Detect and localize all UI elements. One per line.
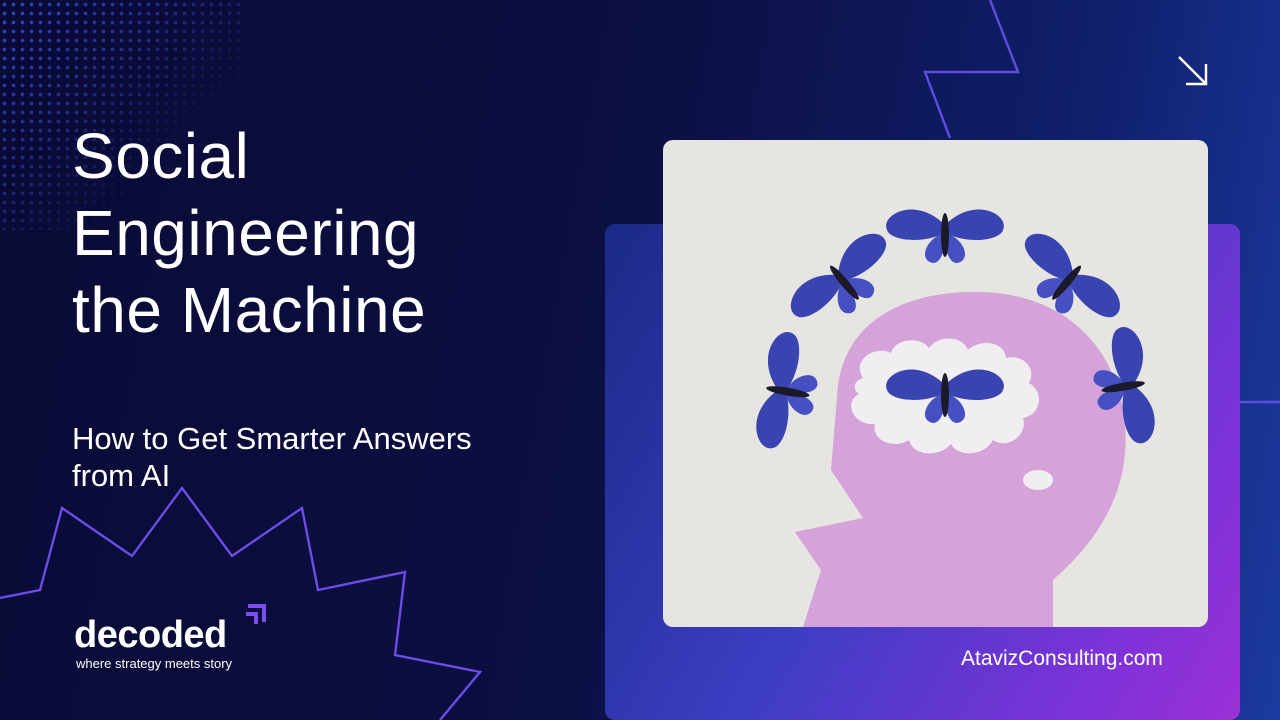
logo-wordmark: decoded [74,614,227,656]
double-chevron-icon [246,604,266,624]
logo-tagline: where strategy meets story [76,656,233,671]
butterfly-left [756,332,818,449]
title-line: Engineering [72,197,420,269]
subtitle-line: How to Get Smarter Answers [72,421,472,456]
slide-subtitle: How to Get Smarter Answers from AI [72,420,612,494]
butterflies-head-illustration [663,140,1208,627]
slide-title: Social Engineering the Machine [72,118,632,349]
subtitle-line: from AI [72,458,171,493]
butterfly-top [886,209,1004,263]
website-url[interactable]: AtavizConsulting.com [961,647,1163,671]
title-line: the Machine [72,274,427,346]
arrow-down-right-icon [1178,56,1208,86]
title-line: Social [72,120,250,192]
